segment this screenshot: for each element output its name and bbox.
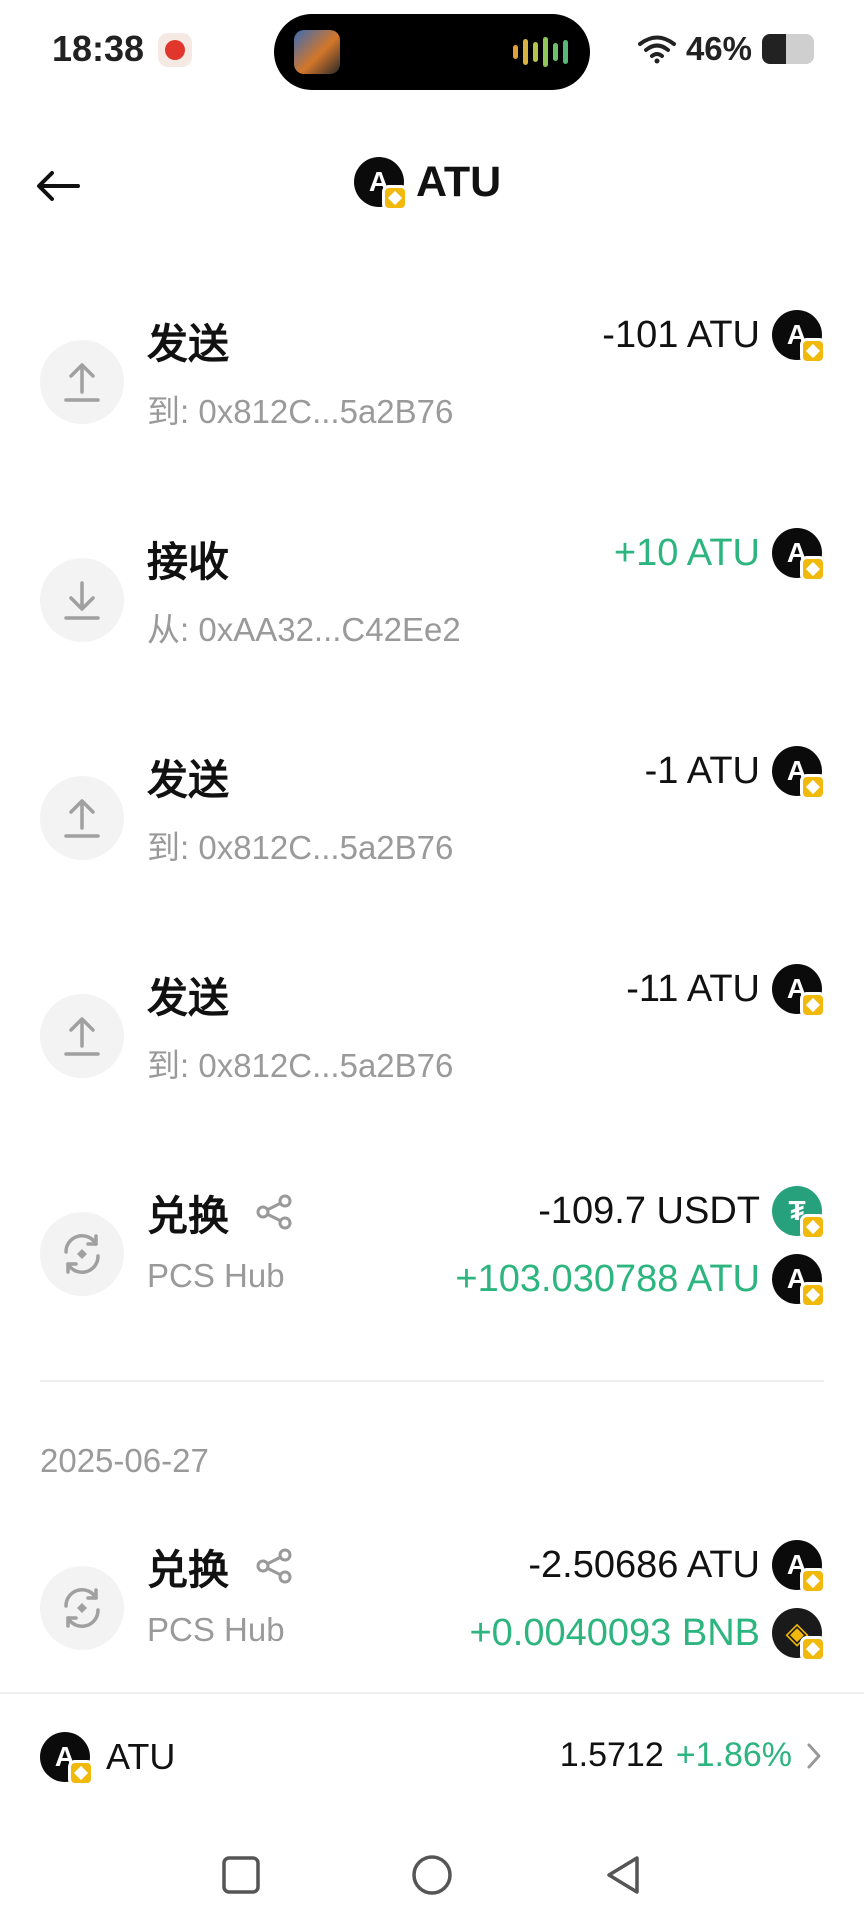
atu-token-icon: A xyxy=(354,157,408,211)
atu-token-icon: A xyxy=(772,964,826,1018)
transaction-row[interactable]: 发送 到: 0x812C...5a2B76 -11 ATU A xyxy=(0,954,864,1104)
bnb-chain-badge-icon xyxy=(800,1282,826,1308)
transaction-row[interactable]: 兑换 PCS Hub -109.7 USDT ₮ +103.030788 ATU… xyxy=(0,1172,864,1322)
transaction-type: 发送 xyxy=(147,757,229,803)
battery-percentage: 46% xyxy=(685,30,752,67)
bnb-chain-badge-icon xyxy=(382,185,408,211)
bnb-chain-badge-icon xyxy=(68,1760,94,1786)
status-bar: 18:38 46% xyxy=(0,0,864,100)
bnb-chain-badge-icon xyxy=(800,1636,826,1662)
page-title: ATU xyxy=(416,157,502,206)
transaction-amount-in: +0.0040093 BNB xyxy=(469,1611,760,1654)
transaction-row[interactable]: 兑换 PCS Hub -2.50686 ATU A +0.0040093 BNB… xyxy=(0,1526,864,1676)
atu-token-icon: A xyxy=(772,1254,826,1308)
transaction-amount: -1 ATU xyxy=(644,749,760,792)
transaction-amount: +10 ATU xyxy=(613,531,760,574)
home-button[interactable] xyxy=(407,1850,457,1900)
transaction-address: 到: 0x812C...5a2B76 xyxy=(147,829,454,866)
swap-icon xyxy=(40,1566,124,1650)
bnb-chain-badge-icon xyxy=(800,1214,826,1240)
transaction-type: 兑换 xyxy=(147,1193,229,1239)
date-group-header: 2025-06-27 xyxy=(40,1442,209,1479)
bnb-chain-badge-icon xyxy=(800,1568,826,1594)
system-back-button[interactable] xyxy=(598,1850,648,1900)
transaction-amount-in: +103.030788 ATU xyxy=(455,1257,760,1300)
dynamic-island[interactable] xyxy=(274,14,590,90)
app-notification-icon xyxy=(158,33,192,67)
atu-token-icon: A xyxy=(772,310,826,364)
share-icon[interactable] xyxy=(255,1548,293,1584)
page-header: A ATU xyxy=(0,140,864,230)
transaction-amount: -101 ATU xyxy=(602,313,760,356)
transaction-amount-out: -2.50686 ATU xyxy=(528,1543,760,1586)
transaction-type: 接收 xyxy=(147,539,229,585)
transaction-type: 发送 xyxy=(147,975,229,1021)
transaction-counterparty: PCS Hub xyxy=(147,1611,285,1648)
share-icon[interactable] xyxy=(255,1194,293,1230)
transaction-amount-out: -109.7 USDT xyxy=(538,1189,760,1232)
audio-wave-icon xyxy=(513,36,568,68)
back-button[interactable] xyxy=(30,158,86,214)
atu-token-icon: A xyxy=(772,528,826,582)
bnb-token-icon: ◈ xyxy=(772,1608,826,1662)
swap-icon xyxy=(40,1212,124,1296)
triangle-back-icon xyxy=(607,1856,639,1894)
media-thumbnail xyxy=(294,30,340,74)
bnb-chain-badge-icon xyxy=(800,338,826,364)
atu-token-icon: A xyxy=(772,746,826,800)
transaction-address: 从: 0xAA32...C42Ee2 xyxy=(147,611,461,648)
transaction-row[interactable]: 发送 到: 0x812C...5a2B76 -1 ATU A xyxy=(0,736,864,886)
circle-icon xyxy=(412,1855,452,1895)
transaction-type: 发送 xyxy=(147,321,229,367)
arrow-left-icon xyxy=(37,171,80,201)
transaction-address: 到: 0x812C...5a2B76 xyxy=(147,393,454,430)
receive-icon xyxy=(40,558,124,642)
token-summary-bar[interactable]: A ATU 1.5712 +1.86% xyxy=(0,1692,864,1820)
battery-icon xyxy=(762,34,814,64)
price-change: +1.86% xyxy=(675,1736,792,1774)
status-time: 18:38 xyxy=(52,28,145,69)
bnb-chain-badge-icon xyxy=(800,774,826,800)
system-nav-bar xyxy=(0,1820,864,1920)
transaction-row[interactable]: 发送 到: 0x812C...5a2B76 -101 ATU A xyxy=(0,300,864,450)
bnb-chain-badge-icon xyxy=(800,556,826,582)
atu-token-icon: A xyxy=(772,1540,826,1594)
section-divider xyxy=(40,1380,824,1382)
wifi-icon xyxy=(637,35,676,64)
send-icon xyxy=(40,340,124,424)
send-icon xyxy=(40,776,124,860)
bnb-chain-badge-icon xyxy=(800,992,826,1018)
transaction-address: 到: 0x812C...5a2B76 xyxy=(147,1047,454,1084)
send-icon xyxy=(40,994,124,1078)
transaction-type: 兑换 xyxy=(147,1547,229,1593)
token-symbol: ATU xyxy=(106,1736,176,1777)
header-title-wrap: A ATU xyxy=(354,157,502,211)
token-price: 1.5712 xyxy=(559,1736,664,1774)
square-icon xyxy=(222,1856,260,1894)
usdt-token-icon: ₮ xyxy=(772,1186,826,1240)
transaction-amount: -11 ATU xyxy=(626,967,760,1010)
recents-button[interactable] xyxy=(216,1850,266,1900)
atu-token-icon: A xyxy=(40,1732,94,1786)
transaction-row[interactable]: 接收 从: 0xAA32...C42Ee2 +10 ATU A xyxy=(0,518,864,668)
transaction-counterparty: PCS Hub xyxy=(147,1257,285,1294)
chevron-right-icon xyxy=(807,1743,821,1768)
